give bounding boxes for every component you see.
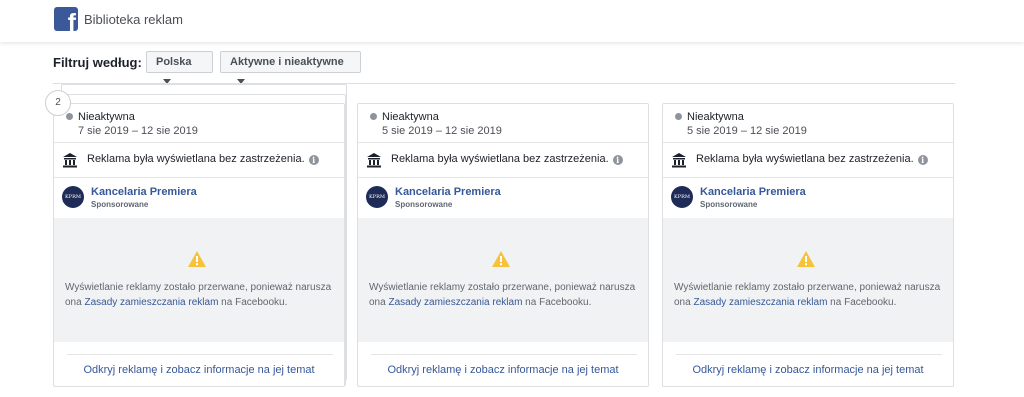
- page-name-link[interactable]: Kancelaria Premiera: [91, 186, 197, 198]
- facebook-logo-icon[interactable]: f: [54, 7, 78, 31]
- separator: [663, 177, 953, 178]
- separator: [663, 142, 953, 143]
- open-ad-details-link[interactable]: Odkryj reklamę i zobacz informacje na je…: [54, 364, 344, 376]
- filter-label: Filtruj według:: [53, 55, 142, 70]
- separator: [54, 142, 344, 143]
- shown-note-text: Reklama była wyświetlana bez zastrzeżeni…: [696, 153, 914, 165]
- ad-card: Nieaktywna 5 sie 2019 – 12 sie 2019 Rekl…: [662, 103, 954, 387]
- ad-status: Nieaktywna: [687, 111, 744, 123]
- ad-dates: 5 sie 2019 – 12 sie 2019: [687, 125, 807, 137]
- page-name-link[interactable]: Kancelaria Premiera: [395, 186, 501, 198]
- ad-status: Nieaktywna: [382, 111, 439, 123]
- separator: [358, 142, 648, 143]
- page-name-link[interactable]: Kancelaria Premiera: [700, 186, 806, 198]
- violation-message: Wyświetlanie reklamy zostało przerwane, …: [674, 280, 946, 310]
- ad-policy-link[interactable]: Zasady zamieszczania reklam: [693, 297, 827, 308]
- bank-icon: [63, 153, 77, 168]
- ad-dates: 7 sie 2019 – 12 sie 2019: [78, 125, 198, 137]
- separator: [371, 354, 637, 355]
- status-dot-icon: [66, 113, 73, 120]
- violation-message: Wyświetlanie reklamy zostało przerwane, …: [369, 280, 641, 310]
- ad-policy-link[interactable]: Zasady zamieszczania reklam: [84, 297, 218, 308]
- ad-dates: 5 sie 2019 – 12 sie 2019: [382, 125, 502, 137]
- status-dot-icon: [675, 113, 682, 120]
- avatar[interactable]: KPRM: [62, 186, 84, 208]
- ad-status: Nieaktywna: [78, 111, 135, 123]
- info-icon[interactable]: i: [612, 155, 623, 165]
- open-ad-details-link[interactable]: Odkryj reklamę i zobacz informacje na je…: [663, 364, 953, 376]
- status-dropdown[interactable]: Aktywne i nieaktywne: [220, 51, 361, 84]
- country-value: Polska: [156, 56, 192, 68]
- ad-content-area: Wyświetlanie reklamy zostało przerwane, …: [54, 218, 344, 342]
- ad-card: Nieaktywna 7 sie 2019 – 12 sie 2019 Rekl…: [53, 103, 345, 387]
- violation-message: Wyświetlanie reklamy zostało przerwane, …: [65, 280, 337, 310]
- bank-icon: [672, 153, 686, 168]
- violation-text-end: na Facebooku.: [522, 297, 592, 308]
- warning-icon: [797, 251, 815, 267]
- sponsored-label: Sponsorowane: [700, 200, 758, 209]
- shown-note-text: Reklama była wyświetlana bez zastrzeżeni…: [391, 153, 609, 165]
- brand-name[interactable]: Biblioteka reklam: [84, 12, 183, 27]
- avatar[interactable]: KPRM: [671, 186, 693, 208]
- info-icon[interactable]: i: [917, 155, 928, 165]
- stack-count-badge[interactable]: 2: [45, 90, 71, 116]
- separator: [54, 177, 344, 178]
- separator: [358, 177, 648, 178]
- separator: [676, 354, 942, 355]
- ad-content-area: Wyświetlanie reklamy zostało przerwane, …: [358, 218, 648, 342]
- warning-icon: [492, 251, 510, 267]
- logo-glyph: f: [67, 9, 76, 32]
- status-value: Aktywne i nieaktywne: [230, 56, 344, 68]
- open-ad-details-link[interactable]: Odkryj reklamę i zobacz informacje na je…: [358, 364, 648, 376]
- sponsored-label: Sponsorowane: [91, 200, 149, 209]
- ad-policy-link[interactable]: Zasady zamieszczania reklam: [388, 297, 522, 308]
- ad-card: Nieaktywna 5 sie 2019 – 12 sie 2019 Rekl…: [357, 103, 649, 387]
- shown-note: Reklama była wyświetlana bez zastrzeżeni…: [696, 153, 928, 165]
- separator: [67, 354, 333, 355]
- shown-note: Reklama była wyświetlana bez zastrzeżeni…: [391, 153, 623, 165]
- info-icon[interactable]: i: [308, 155, 319, 165]
- sponsored-label: Sponsorowane: [395, 200, 453, 209]
- violation-text-end: na Facebooku.: [827, 297, 897, 308]
- ad-content-area: Wyświetlanie reklamy zostało przerwane, …: [663, 218, 953, 342]
- avatar[interactable]: KPRM: [366, 186, 388, 208]
- bank-icon: [367, 153, 381, 168]
- top-bar: f Biblioteka reklam: [0, 0, 1024, 42]
- country-dropdown[interactable]: Polska: [146, 51, 213, 84]
- shown-note-text: Reklama była wyświetlana bez zastrzeżeni…: [87, 153, 305, 165]
- violation-text-end: na Facebooku.: [218, 297, 288, 308]
- shown-note: Reklama była wyświetlana bez zastrzeżeni…: [87, 153, 319, 165]
- status-dot-icon: [370, 113, 377, 120]
- warning-icon: [188, 251, 206, 267]
